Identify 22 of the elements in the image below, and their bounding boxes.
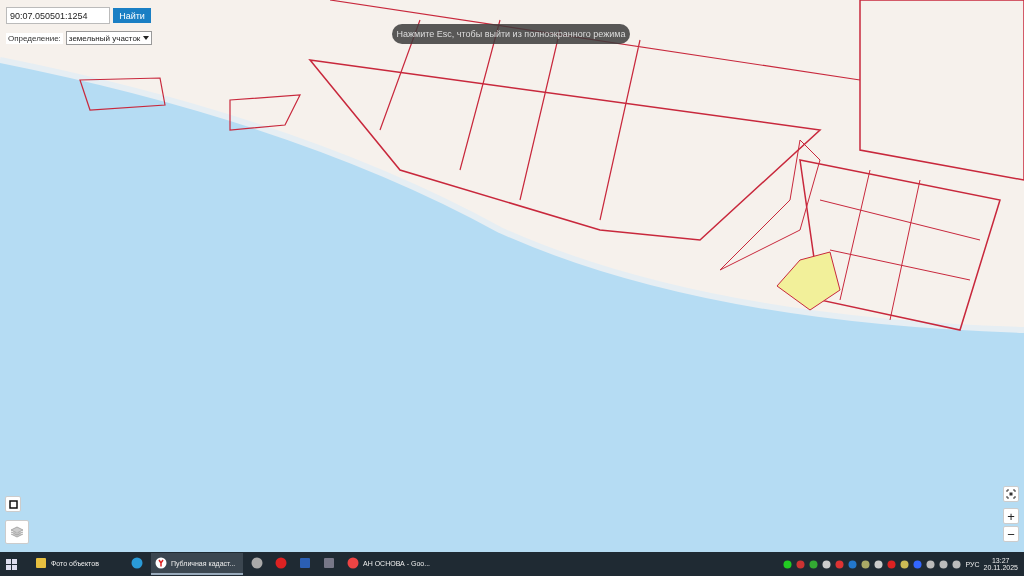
zoom-out-button[interactable]: − [1003,526,1019,542]
caret-icon [142,36,149,40]
fullscreen-button[interactable] [1003,486,1019,502]
layers-icon [10,526,24,538]
search-field[interactable]: 90:07.050501:1254 [6,7,110,24]
frame-button[interactable] [5,496,21,512]
browser-icon [131,557,143,569]
folder-icon [35,557,47,569]
browser-icon [155,557,167,569]
fullscreen-notice: Нажмите Esc, чтобы выйти из полноэкранного режима [392,24,630,44]
document-icon [299,557,311,569]
zoom-in-button[interactable]: + [1003,508,1019,524]
circle-icon [251,557,263,569]
browser-icon [347,557,359,569]
find-button[interactable]: Найти [113,8,151,23]
definition-dropdown[interactable]: земельный участок [65,31,152,45]
square-icon [8,499,18,509]
windows-icon[interactable] [6,558,17,570]
fullscreen-icon [1006,489,1016,499]
pdf-icon [275,557,287,569]
calculator-icon [323,557,335,569]
definition-label: Определение: [6,32,63,44]
